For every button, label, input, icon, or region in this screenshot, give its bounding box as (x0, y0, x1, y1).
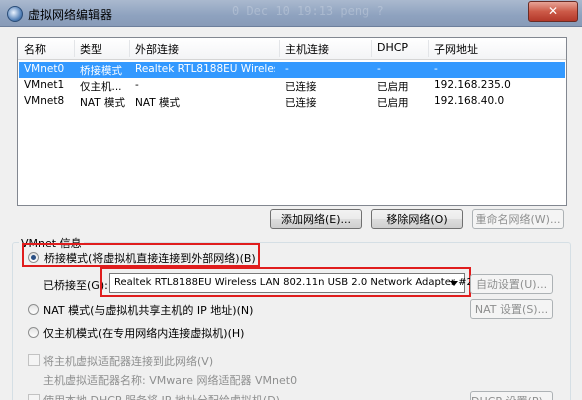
globe-icon (7, 6, 23, 22)
network-list[interactable]: 名称 类型 外部连接 主机连接 DHCP 子网地址 VMnet0 桥接模式 Re… (17, 37, 567, 206)
row-external: NAT 模式 (135, 97, 180, 109)
connect-adapter-label[interactable]: 将主机虚拟适配器连接到此网络(V) (43, 353, 213, 369)
column-header-name[interactable]: 名称 (24, 41, 46, 57)
row-dhcp: 已启用 (377, 97, 409, 109)
row-host: 已连接 (285, 97, 317, 109)
row-host: 已连接 (285, 81, 317, 93)
title-bar[interactable]: 虚拟网络编辑器 0 Dec 10 19:13 peng ? ✕ (0, 0, 582, 27)
table-row[interactable]: VMnet1 仅主机... - 已连接 已启用 192.168.235.0 (19, 78, 565, 94)
auto-settings-button[interactable]: 自动设置(U)... (470, 274, 553, 294)
close-icon: ✕ (547, 4, 559, 18)
connect-adapter-checkbox[interactable] (28, 354, 40, 366)
column-header-external[interactable]: 外部连接 (135, 41, 179, 57)
add-network-button[interactable]: 添加网络(E)... (270, 209, 362, 229)
row-type: NAT 模式 (80, 97, 125, 109)
table-row[interactable]: VMnet0 桥接模式 Realtek RTL8188EU Wireles...… (19, 62, 565, 78)
nat-mode-label[interactable]: NAT 模式(与虚拟机共享主机的 IP 地址)(N) (43, 302, 253, 318)
dhcp-label[interactable]: 使用本地 DHCP 服务将 IP 地址分配给虚拟机(D) (43, 392, 280, 400)
row-subnet: - (434, 63, 438, 75)
background-terminal-text: 0 Dec 10 19:13 peng ? (232, 4, 384, 18)
adapter-name-text: 主机虚拟适配器名称: VMware 网络适配器 VMnet0 (43, 374, 298, 387)
bridged-adapter-select[interactable]: Realtek RTL8188EU Wireless LAN 802.11n U… (109, 273, 473, 293)
row-external: Realtek RTL8188EU Wireles... (135, 63, 275, 75)
host-only-label[interactable]: 仅主机模式(在专用网络内连接虚拟机)(H) (43, 325, 244, 341)
dhcp-settings-button[interactable]: DHCP 设置(P)... (470, 391, 553, 400)
table-row[interactable]: VMnet8 NAT 模式 NAT 模式 已连接 已启用 192.168.40.… (19, 94, 565, 110)
row-name: VMnet1 (24, 79, 65, 91)
bridged-mode-radio[interactable] (28, 252, 39, 263)
remove-network-button[interactable]: 移除网络(O) (371, 209, 463, 229)
rename-network-button[interactable]: 重命名网络(W)... (472, 209, 564, 229)
column-header-subnet[interactable]: 子网地址 (434, 41, 478, 57)
row-name: VMnet8 (24, 95, 65, 107)
column-divider[interactable] (279, 40, 280, 57)
row-name: VMnet0 (24, 63, 65, 75)
row-dhcp: - (377, 63, 381, 75)
column-header-dhcp[interactable]: DHCP (377, 41, 408, 54)
row-type: 仅主机... (80, 81, 122, 93)
dialog-client-area: 名称 类型 外部连接 主机连接 DHCP 子网地址 VMnet0 桥接模式 Re… (0, 27, 582, 400)
row-external: - (135, 79, 139, 91)
nat-settings-button[interactable]: NAT 设置(S)... (470, 299, 553, 319)
bridged-to-label: 已桥接至(G): (43, 279, 108, 292)
close-button[interactable]: ✕ (528, 1, 578, 22)
column-divider[interactable] (74, 40, 75, 57)
column-divider[interactable] (428, 40, 429, 57)
chevron-down-icon (450, 281, 458, 286)
column-divider[interactable] (129, 40, 130, 57)
window-title: 虚拟网络编辑器 (28, 8, 113, 22)
list-header: 名称 类型 外部连接 主机连接 DHCP 子网地址 (18, 38, 566, 60)
nat-mode-radio[interactable] (28, 304, 39, 315)
column-header-type[interactable]: 类型 (80, 41, 102, 57)
column-divider[interactable] (371, 40, 372, 57)
row-type: 桥接模式 (80, 65, 122, 77)
row-host: - (285, 63, 289, 75)
virtual-network-editor-window: 虚拟网络编辑器 0 Dec 10 19:13 peng ? ✕ 名称 类型 外部… (0, 0, 582, 400)
column-header-host[interactable]: 主机连接 (285, 41, 329, 57)
row-dhcp: 已启用 (377, 81, 409, 93)
row-subnet: 192.168.40.0 (434, 95, 505, 107)
bridged-adapter-value: Realtek RTL8188EU Wireless LAN 802.11n U… (114, 277, 473, 288)
row-subnet: 192.168.235.0 (434, 79, 511, 91)
bridged-mode-label[interactable]: 桥接模式(将虚拟机直接连接到外部网络)(B) (44, 250, 256, 266)
host-only-radio[interactable] (28, 327, 39, 338)
dhcp-checkbox[interactable] (28, 394, 40, 400)
